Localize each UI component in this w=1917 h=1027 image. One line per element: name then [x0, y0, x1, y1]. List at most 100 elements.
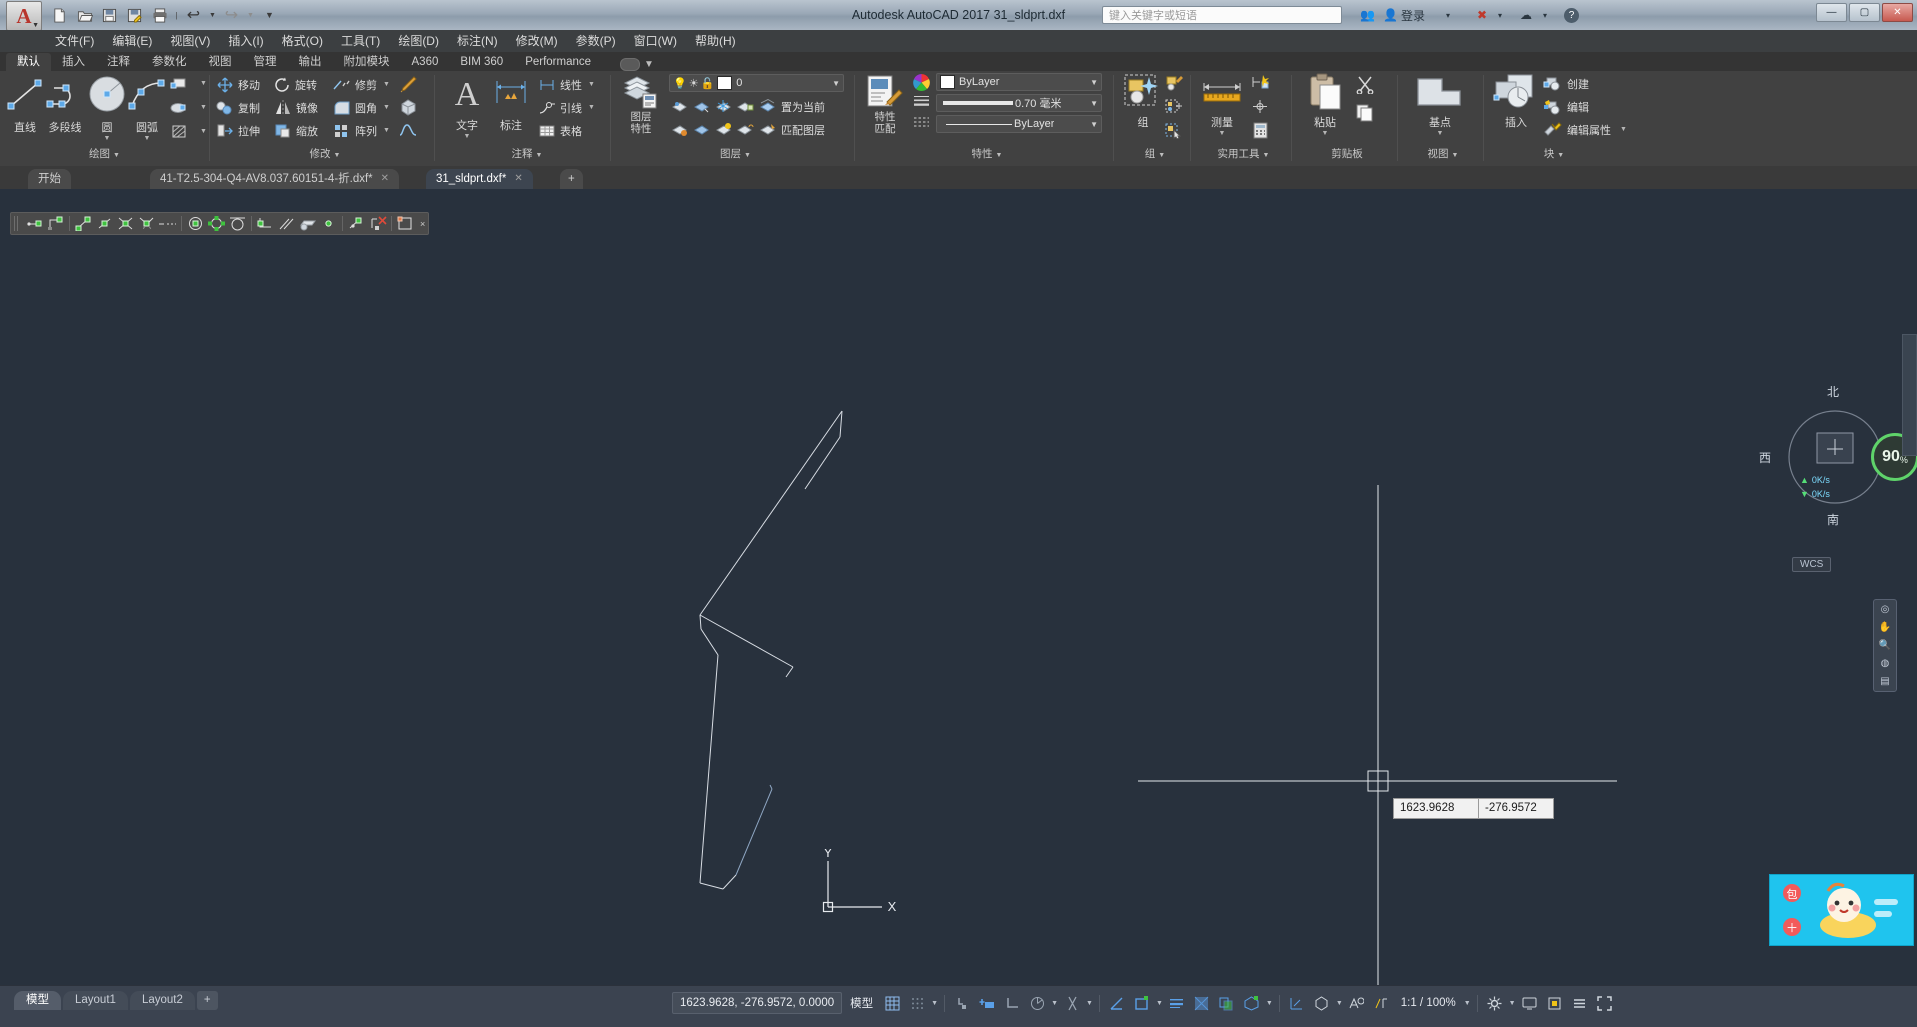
object-snap-toolbar[interactable]: × — [10, 212, 430, 235]
draw-ellipse-button[interactable]: ▼ — [170, 98, 207, 117]
fullscreen-toggle[interactable] — [1594, 992, 1616, 1014]
minimize-button[interactable]: — — [1816, 3, 1847, 22]
grid-display-toggle[interactable] — [881, 992, 903, 1014]
lineweight-toggle[interactable] — [1166, 992, 1188, 1014]
snap-parallel-icon[interactable] — [277, 215, 296, 232]
draw-arc-dropdown[interactable]: ▼ — [124, 135, 170, 142]
nav-pan-icon[interactable]: ✋ — [1879, 622, 1891, 633]
layout-tab-layout2[interactable]: Layout2 — [129, 991, 195, 1010]
snap-perpendicular-icon[interactable] — [256, 215, 275, 232]
nav-zoom-icon[interactable]: 🔍 — [1879, 640, 1891, 651]
file-tab-start[interactable]: 开始 — [28, 169, 71, 189]
dynamic-input-y[interactable]: -276.9572 — [1478, 798, 1554, 819]
menu-format[interactable]: 格式(O) — [273, 30, 332, 52]
maximize-button[interactable]: ▢ — [1849, 3, 1880, 22]
snap-from-icon[interactable] — [25, 215, 44, 232]
linear-dim-dropdown[interactable]: ▼ — [588, 75, 595, 94]
draw-arc-button[interactable]: 圆弧 ▼ — [124, 73, 170, 142]
ribbon-panel-draw-label[interactable]: 绘图 ▼ — [0, 145, 209, 163]
insert-block-button[interactable]: 插入 — [1491, 73, 1541, 130]
menu-dimension[interactable]: 标注(N) — [448, 30, 507, 52]
osnap-settings-icon[interactable] — [396, 215, 415, 232]
draw-rectangle-button[interactable]: ▼ — [170, 74, 207, 93]
nav-steering-wheel-icon[interactable]: ◎ — [1881, 604, 1890, 615]
group-selection-button[interactable] — [1165, 121, 1183, 140]
ribbon-panel-properties-label[interactable]: 特性 ▼ — [861, 145, 1113, 163]
linetype-combo[interactable]: ByLayer ▼ — [936, 115, 1102, 133]
open-file-button[interactable] — [73, 5, 96, 26]
layout-tab-layout1[interactable]: Layout1 — [63, 991, 128, 1010]
menu-insert[interactable]: 插入(I) — [219, 30, 272, 52]
match-properties-big-button[interactable] — [863, 74, 907, 113]
layer-off-button[interactable] — [693, 97, 710, 116]
close-icon[interactable]: ✕ — [514, 169, 522, 189]
point-style-button[interactable] — [1250, 97, 1270, 116]
snap-tangent-icon[interactable] — [228, 215, 247, 232]
collapsed-palette[interactable] — [1902, 334, 1917, 456]
selection-cycling-toggle[interactable] — [1216, 992, 1238, 1014]
hatch-dropdown-icon[interactable]: ▼ — [200, 128, 207, 135]
layer-properties-button[interactable] — [619, 74, 663, 113]
unlock-icon[interactable]: 🔓 — [701, 77, 715, 90]
ribbon-minimize-control[interactable]: ▼ — [620, 58, 654, 71]
modify-mirror-button[interactable]: 镜像 — [274, 98, 318, 117]
menu-window[interactable]: 窗口(W) — [625, 30, 686, 52]
ribbon-tab-addins[interactable]: 附加模块 — [333, 53, 401, 71]
ungroup-button[interactable] — [1165, 97, 1183, 116]
application-menu-button[interactable]: A ▼ — [6, 1, 42, 31]
close-dropdown-icon[interactable]: ▾ — [1498, 6, 1502, 24]
toolbar-grip[interactable] — [14, 216, 20, 231]
ribbon-panel-block-label[interactable]: 块 ▼ — [1489, 145, 1619, 163]
ellipse-dropdown-icon[interactable]: ▼ — [200, 104, 207, 111]
undo-button[interactable]: ↩ — [182, 5, 205, 26]
undo-dropdown[interactable]: ▼ — [207, 5, 218, 26]
redo-button[interactable]: ↪ — [220, 5, 243, 26]
menu-view[interactable]: 视图(V) — [161, 30, 219, 52]
ribbon-tab-output[interactable]: 输出 — [288, 53, 333, 71]
annotation-dimension-button[interactable]: 标注 — [488, 73, 534, 133]
help-icon[interactable]: ? — [1564, 6, 1579, 24]
snap-nearest-icon[interactable] — [347, 215, 366, 232]
menu-help[interactable]: 帮助(H) — [686, 30, 745, 52]
layout-tab-new[interactable]: + — [196, 991, 218, 1010]
ribbon-panel-clipboard-label[interactable]: 剪贴板 — [1297, 145, 1397, 163]
dynamic-ucs-toggle[interactable] — [1286, 992, 1308, 1014]
group-edit-button[interactable] — [1165, 73, 1183, 92]
annotation-linear-button[interactable]: 线性 — [538, 75, 582, 94]
group-button[interactable]: 组 — [1122, 73, 1164, 130]
ribbon-tab-manage[interactable]: 管理 — [243, 53, 288, 71]
menu-parametric[interactable]: 参数(P) — [567, 30, 625, 52]
leader-dropdown[interactable]: ▼ — [588, 98, 595, 117]
ribbon-panel-utilities-label[interactable]: 实用工具 ▼ — [1196, 145, 1291, 163]
polar-tracking-toggle[interactable] — [1026, 992, 1048, 1014]
promo-popup[interactable]: 包 ＋ — [1769, 874, 1914, 946]
modify-array-dropdown[interactable]: ▼ — [383, 121, 390, 140]
dynamic-input-x[interactable]: 1623.9628 — [1393, 798, 1485, 819]
paste-dropdown-icon[interactable]: ▼ — [1299, 130, 1351, 137]
lineweight-combo[interactable]: 0.70 毫米 ▼ — [936, 94, 1102, 112]
match-layer-button[interactable]: 匹配图层 — [759, 120, 825, 139]
measure-button[interactable]: 测量 ▼ — [1198, 73, 1246, 137]
chevron-down-icon[interactable]: ▼ — [1090, 120, 1098, 129]
cloud-dropdown-icon[interactable]: ▾ — [1543, 6, 1547, 24]
modify-fillet-dropdown[interactable]: ▼ — [383, 98, 390, 117]
snap-insert-icon[interactable] — [298, 215, 317, 232]
edit-attributes-dropdown[interactable]: ▼ — [1620, 126, 1627, 133]
ribbon-tab-a360[interactable]: A360 — [401, 53, 450, 71]
layer-lock-button[interactable] — [737, 97, 754, 116]
snap-quadrant-icon[interactable] — [207, 215, 226, 232]
drawing-canvas[interactable]: Y X 1623.9628 -276.9572 北 南 西 90 % ▲ 0K/… — [0, 189, 1917, 985]
isometric-dropdown-icon[interactable]: ▼ — [1086, 1000, 1093, 1007]
isolate-objects-icon[interactable] — [1544, 992, 1566, 1014]
coordinate-readout[interactable]: 1623.9628, -276.9572, 0.0000 — [672, 992, 843, 1014]
ribbon-tab-home[interactable]: 默认 — [6, 53, 51, 71]
ribbon-panel-groups-label[interactable]: 组 ▼ — [1120, 145, 1190, 163]
layer-unlock-button[interactable] — [737, 120, 754, 139]
layer-selector-combo[interactable]: 💡 ☀ 🔓 0 ▼ — [669, 74, 844, 92]
autoscale-toggle[interactable] — [1371, 992, 1393, 1014]
snap-mode-toggle[interactable] — [906, 992, 928, 1014]
annotation-scale-value[interactable]: 1:1 / 100% — [1396, 997, 1461, 1009]
snap-extension-icon[interactable] — [158, 215, 177, 232]
object-snap-tracking-toggle[interactable] — [1106, 992, 1128, 1014]
snap-intersection-icon[interactable] — [116, 215, 135, 232]
